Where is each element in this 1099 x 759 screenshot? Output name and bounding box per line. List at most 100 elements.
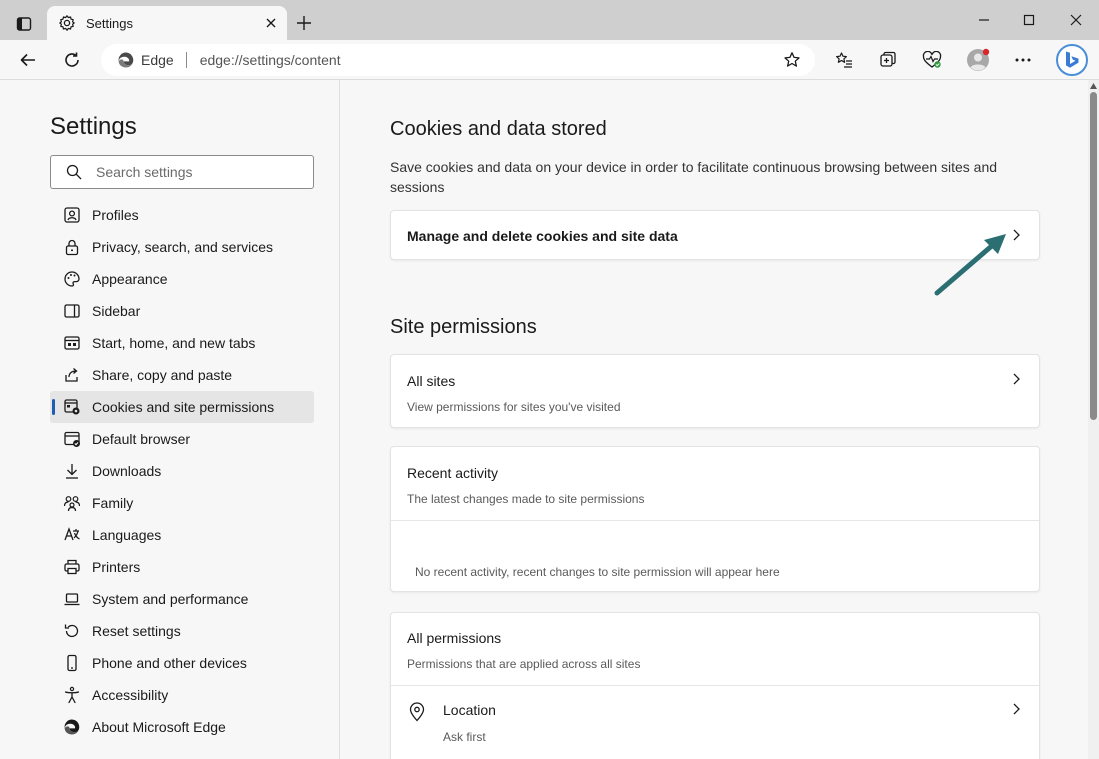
- sidebar-item-family[interactable]: Family: [50, 487, 314, 519]
- location-pin-icon: [409, 702, 425, 722]
- language-icon: [64, 527, 80, 541]
- location-title: Location: [443, 702, 496, 718]
- sidebar-item-label: Accessibility: [92, 687, 169, 703]
- edge-logo-icon: [64, 719, 80, 735]
- all-sites-title: All sites: [407, 373, 456, 389]
- settings-content: Cookies and data stored Save cookies and…: [340, 80, 1088, 759]
- sidebar-item-share-copy-and-paste[interactable]: Share, copy and paste: [50, 359, 314, 391]
- new-tab-plus-icon[interactable]: [293, 12, 315, 34]
- palette-icon: [64, 271, 80, 287]
- sidebar-item-label: Printers: [92, 559, 141, 575]
- sidebar-item-accessibility[interactable]: Accessibility: [50, 679, 314, 711]
- sidebar-item-reset-settings[interactable]: Reset settings: [50, 615, 314, 647]
- url-scheme: edge://: [199, 52, 243, 68]
- favorites-icon[interactable]: [830, 47, 858, 73]
- minimize-icon[interactable]: [972, 10, 996, 30]
- edge-logo-icon: [118, 52, 134, 68]
- settings-title: Settings: [50, 113, 137, 140]
- address-separator: [185, 52, 187, 68]
- scrollbar-thumb[interactable]: [1090, 92, 1097, 420]
- browser-essentials-icon[interactable]: [918, 47, 946, 73]
- sidebar-item-cookies-and-site-permissions[interactable]: Cookies and site permissions: [50, 391, 314, 423]
- sidebar-item-sidebar[interactable]: Sidebar: [50, 295, 314, 327]
- all-permissions-card: All permissions Permissions that are app…: [390, 612, 1040, 759]
- gear-icon: [59, 15, 75, 31]
- laptop-icon: [64, 593, 80, 606]
- sidebar-item-label: Phone and other devices: [92, 655, 247, 671]
- sidebar-item-label: Sidebar: [92, 303, 141, 319]
- tab-close-icon[interactable]: [263, 15, 279, 31]
- card-divider: [391, 520, 1039, 521]
- search-settings-input[interactable]: [96, 164, 296, 180]
- cookies-icon: [64, 399, 80, 415]
- refresh-icon[interactable]: [58, 47, 86, 73]
- tab-title: Settings: [86, 15, 133, 31]
- profile-avatar-icon[interactable]: [964, 47, 992, 73]
- vertical-scrollbar[interactable]: [1088, 80, 1099, 759]
- sidebar-item-label: Default browser: [92, 431, 191, 447]
- manage-cookies-label: Manage and delete cookies and site data: [407, 228, 678, 244]
- sidebar-item-languages[interactable]: Languages: [50, 519, 314, 551]
- site-permissions-title: Site permissions: [390, 316, 537, 338]
- chevron-right-icon: [1013, 703, 1020, 715]
- sidebar-item-label: Family: [92, 495, 134, 511]
- sidebar-item-profiles[interactable]: Profiles: [50, 199, 314, 231]
- phone-icon: [67, 654, 77, 672]
- sidebar-item-start-home-and-new-tabs[interactable]: Start, home, and new tabs: [50, 327, 314, 359]
- share-icon: [65, 368, 78, 382]
- sidebar-item-appearance[interactable]: Appearance: [50, 263, 314, 295]
- home-tabs-icon: [64, 336, 80, 350]
- reset-icon: [64, 624, 79, 638]
- title-bar: Settings: [0, 0, 1099, 40]
- sidebar-item-label: Profiles: [92, 207, 139, 223]
- sidebar-item-privacy-search-and-services[interactable]: Privacy, search, and services: [50, 231, 314, 263]
- back-arrow-icon[interactable]: [14, 47, 42, 73]
- sidebar-item-printers[interactable]: Printers: [50, 551, 314, 583]
- chevron-right-icon: [1013, 373, 1020, 385]
- all-sites-row[interactable]: All sites View permissions for sites you…: [390, 354, 1040, 428]
- tab-actions-menu-icon[interactable]: [10, 11, 38, 37]
- location-subtitle: Ask first: [443, 730, 486, 744]
- recent-activity-card: Recent activity The latest changes made …: [390, 446, 1040, 592]
- annotation-arrow-icon: [934, 234, 1006, 296]
- sidebar-item-downloads[interactable]: Downloads: [50, 455, 314, 487]
- search-settings-box[interactable]: [50, 155, 314, 189]
- address-bar[interactable]: Edge edge://settings/content: [101, 44, 815, 76]
- family-icon: [63, 496, 81, 512]
- sidebar-item-default-browser[interactable]: Default browser: [50, 423, 314, 455]
- sidebar-item-system-and-performance[interactable]: System and performance: [50, 583, 314, 615]
- sidebar-item-label: Share, copy and paste: [92, 367, 233, 383]
- printer-icon: [64, 559, 80, 575]
- sidebar-item-label: Downloads: [92, 463, 162, 479]
- sidebar-item-label: Languages: [92, 527, 162, 543]
- sidebar-item-label: Privacy, search, and services: [92, 239, 274, 255]
- sidebar-icon: [64, 304, 80, 318]
- accessibility-icon: [64, 686, 80, 704]
- recent-activity-empty-text: No recent activity, recent changes to si…: [415, 565, 780, 579]
- profile-icon: [64, 207, 80, 223]
- browser-tab-settings[interactable]: Settings: [47, 6, 287, 40]
- recent-activity-subtitle: The latest changes made to site permissi…: [407, 492, 645, 506]
- all-permissions-title: All permissions: [407, 630, 502, 646]
- recent-activity-title: Recent activity: [407, 465, 499, 481]
- sidebar-item-about-microsoft-edge[interactable]: About Microsoft Edge: [50, 711, 314, 743]
- sidebar-item-phone-and-other-devices[interactable]: Phone and other devices: [50, 647, 314, 679]
- settings-sidebar: Settings Profiles Privacy, search, and se…: [0, 80, 340, 759]
- all-permissions-subtitle: Permissions that are applied across all …: [407, 657, 641, 671]
- sidebar-item-label: Appearance: [92, 271, 168, 287]
- bing-copilot-icon[interactable]: [1056, 44, 1088, 76]
- location-permission-row[interactable]: Location Ask first: [391, 686, 1039, 756]
- window-close-icon[interactable]: [1064, 10, 1088, 30]
- lock-icon: [65, 239, 79, 256]
- sidebar-item-label: About Microsoft Edge: [92, 719, 226, 735]
- scroll-up-arrow-icon[interactable]: [1090, 83, 1097, 89]
- maximize-icon[interactable]: [1017, 10, 1041, 30]
- more-options-icon[interactable]: [1009, 47, 1037, 73]
- settings-nav-list: Profiles Privacy, search, and services App…: [50, 199, 314, 743]
- cookies-description: Save cookies and data on your device in …: [390, 159, 998, 195]
- add-favorite-star-icon[interactable]: [783, 51, 801, 69]
- url-path: settings/content: [242, 52, 341, 68]
- search-icon: [66, 164, 82, 180]
- collections-icon[interactable]: [874, 47, 902, 73]
- all-sites-subtitle: View permissions for sites you've visite…: [407, 400, 621, 414]
